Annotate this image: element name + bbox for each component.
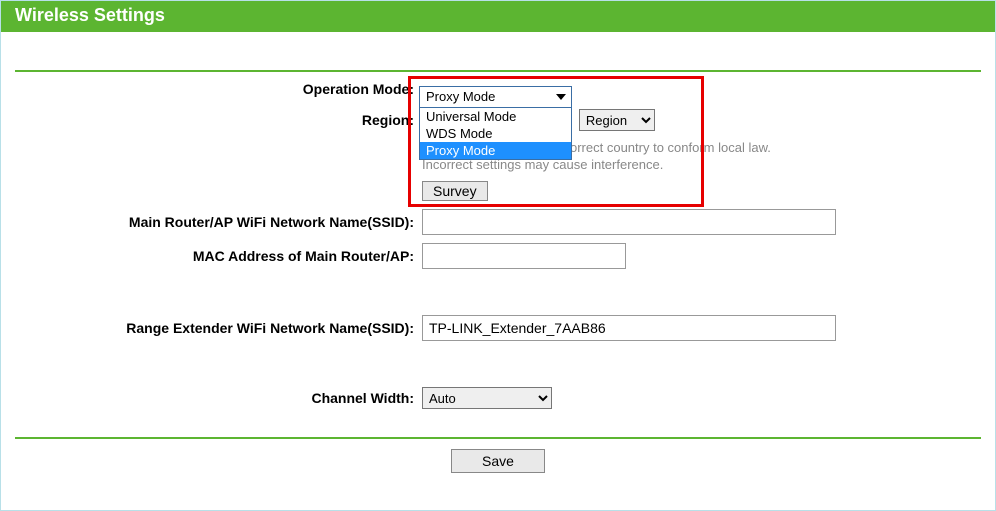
main-ssid-input[interactable]: [422, 209, 836, 235]
page-title: Wireless Settings: [1, 1, 995, 32]
main-ssid-label: Main Router/AP WiFi Network Name(SSID):: [15, 205, 418, 239]
region-label: Region:: [15, 105, 418, 135]
ext-ssid-label: Range Extender WiFi Network Name(SSID):: [15, 311, 418, 345]
operation-mode-label: Operation Mode:: [15, 72, 418, 105]
operation-mode-selected: Proxy Mode: [426, 89, 495, 104]
main-mac-input[interactable]: [422, 243, 626, 269]
operation-mode-options: Universal Mode WDS Mode Proxy Mode: [419, 108, 572, 160]
operation-mode-option-proxy[interactable]: Proxy Mode: [420, 142, 571, 159]
ext-ssid-input[interactable]: [422, 315, 836, 341]
operation-mode-option-wds[interactable]: WDS Mode: [420, 125, 571, 142]
operation-mode-select[interactable]: Proxy Mode: [419, 86, 572, 108]
region-select[interactable]: Region: [579, 109, 655, 131]
channel-width-select[interactable]: Auto: [422, 387, 552, 409]
operation-mode-dropdown[interactable]: Proxy Mode Universal Mode WDS Mode Proxy…: [419, 86, 572, 160]
save-button[interactable]: Save: [451, 449, 545, 473]
chevron-down-icon: [555, 91, 567, 103]
survey-button[interactable]: Survey: [422, 181, 488, 201]
operation-mode-option-universal[interactable]: Universal Mode: [420, 108, 571, 125]
main-mac-label: MAC Address of Main Router/AP:: [15, 239, 418, 273]
channel-width-label: Channel Width:: [15, 383, 418, 413]
